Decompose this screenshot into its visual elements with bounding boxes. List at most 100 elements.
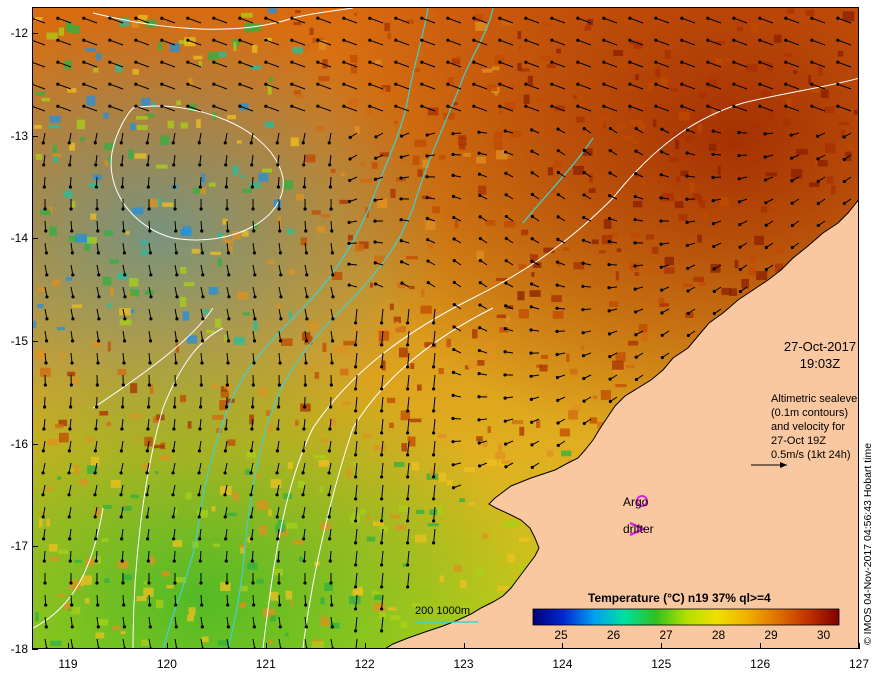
velocity-arrowhead xyxy=(327,493,331,497)
sst-pixel xyxy=(541,354,549,360)
y-tick-label: -14 xyxy=(10,231,28,246)
velocity-arrowhead xyxy=(426,238,430,242)
velocity-arrowhead xyxy=(303,383,307,387)
sst-pixel xyxy=(386,397,396,403)
velocity-arrowhead xyxy=(503,327,507,331)
velocity-arrowhead xyxy=(452,258,456,263)
sst-pixel xyxy=(150,555,155,565)
velocity-arrowhead xyxy=(252,625,256,629)
sst-pixel xyxy=(617,125,627,129)
sst-pixel xyxy=(371,162,378,169)
sst-pixel xyxy=(463,466,475,473)
velocity-arrowhead xyxy=(95,405,99,409)
velocity-arrowhead xyxy=(550,60,554,64)
sst-pixel xyxy=(318,75,330,82)
velocity-arrowhead xyxy=(394,104,398,108)
sst-pixel xyxy=(531,272,535,277)
velocity-arrowhead xyxy=(330,229,334,233)
sst-pixel xyxy=(664,267,675,274)
velocity-arrowhead xyxy=(225,405,229,409)
velocity-arrowhead xyxy=(581,331,585,335)
sst-pixel xyxy=(660,77,669,87)
velocity-arrowhead xyxy=(380,497,384,501)
velocity-arrowhead xyxy=(302,559,306,563)
velocity-arrowhead xyxy=(305,295,309,299)
velocity-arrowhead xyxy=(226,229,230,233)
velocity-arrowhead xyxy=(581,238,586,242)
velocity-arrowhead xyxy=(44,625,48,629)
velocity-arrowhead xyxy=(172,559,176,563)
velocity-arrowhead xyxy=(200,361,204,365)
sst-pixel xyxy=(258,172,269,182)
velocity-arrowhead xyxy=(524,104,528,108)
velocity-arrowhead xyxy=(373,198,377,202)
velocity-arrowhead xyxy=(108,16,112,20)
sst-pixel xyxy=(61,353,65,360)
velocity-arrowhead xyxy=(685,243,689,248)
velocity-arrowhead xyxy=(420,60,424,64)
velocity-arrowhead xyxy=(251,581,255,585)
sst-pixel xyxy=(708,143,717,152)
sst-pixel xyxy=(141,97,151,106)
velocity-arrowhead xyxy=(354,607,358,611)
velocity-arrowhead xyxy=(329,383,333,387)
velocity-arrowhead xyxy=(738,289,742,294)
sst-pixel xyxy=(82,575,92,585)
velocity-arrowhead xyxy=(581,307,585,312)
velocity-arrowhead xyxy=(43,405,47,409)
annotation-date: 27-Oct-2017 xyxy=(783,339,857,354)
velocity-arrowhead xyxy=(477,418,481,422)
sst-pixel xyxy=(205,329,215,334)
sst-pixel xyxy=(354,12,358,16)
velocity-arrowhead xyxy=(420,38,424,42)
velocity-arrowhead xyxy=(420,82,424,86)
velocity-arrowhead xyxy=(426,259,430,263)
y-tick-label: -18 xyxy=(10,642,28,656)
velocity-arrowhead xyxy=(328,537,332,541)
sst-pixel xyxy=(84,243,91,251)
velocity-arrowhead xyxy=(354,519,358,523)
sst-pixel xyxy=(63,190,73,198)
sst-pixel xyxy=(130,494,139,499)
velocity-arrowhead xyxy=(70,229,74,233)
velocity-arrowhead xyxy=(145,515,149,519)
velocity-arrowhead xyxy=(764,267,768,272)
sst-pixel xyxy=(300,237,308,246)
velocity-arrowhead xyxy=(764,223,768,227)
velocity-arrowhead xyxy=(472,104,476,108)
sst-pixel xyxy=(471,329,478,339)
sst-pixel xyxy=(103,504,112,509)
sst-pixel xyxy=(736,26,743,32)
velocity-arrowhead xyxy=(94,163,98,167)
sst-pixel xyxy=(72,304,83,308)
sst-pixel xyxy=(486,459,497,467)
sst-pixel xyxy=(112,625,121,631)
sst-pixel xyxy=(527,75,533,86)
sst-pixel xyxy=(553,160,563,169)
sst-pixel xyxy=(251,45,258,53)
sst-pixel xyxy=(546,64,556,69)
sst-pixel xyxy=(539,55,551,61)
sst-pixel xyxy=(481,533,489,539)
velocity-arrowhead xyxy=(146,163,150,167)
sst-pixel xyxy=(635,74,639,81)
velocity-arrowhead xyxy=(95,383,99,387)
y-tick-label: -17 xyxy=(10,539,28,554)
sst-pixel xyxy=(48,543,58,552)
velocity-arrowhead xyxy=(252,603,256,607)
sst-pixel xyxy=(398,505,408,512)
velocity-arrowhead xyxy=(790,223,794,228)
sst-pixel xyxy=(517,291,525,301)
sst-pixel xyxy=(132,207,144,215)
sst-pixel xyxy=(623,135,634,141)
velocity-arrowhead xyxy=(452,347,456,352)
velocity-arrowhead xyxy=(498,82,502,86)
sst-pixel xyxy=(589,417,598,424)
velocity-arrowhead xyxy=(529,351,533,355)
sst-pixel xyxy=(136,124,148,131)
velocity-arrowhead xyxy=(198,185,202,189)
velocity-arrowhead xyxy=(628,104,632,108)
velocity-arrowhead xyxy=(148,625,152,629)
velocity-arrowhead xyxy=(252,229,256,233)
sst-pixel xyxy=(378,330,390,341)
